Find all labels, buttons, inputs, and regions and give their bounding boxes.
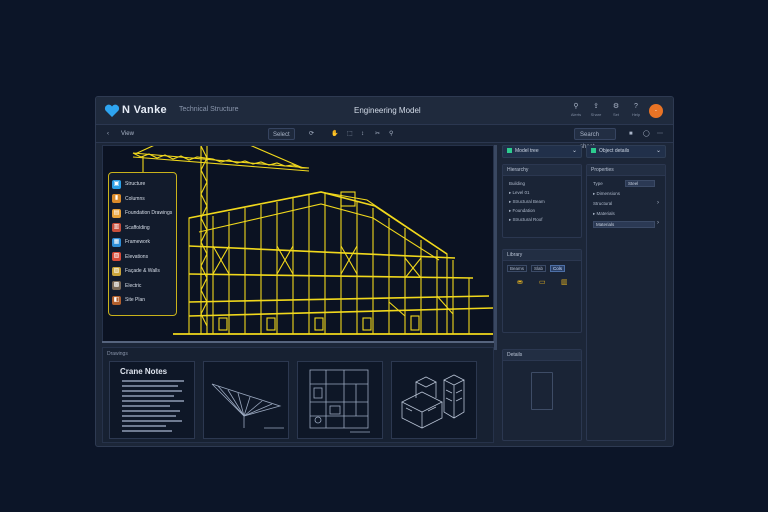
drawing-card-isometric[interactable] <box>391 361 477 439</box>
layer-label: Façade & Walls <box>125 268 160 275</box>
heart-logo-icon <box>104 104 120 117</box>
column-item-icon[interactable]: ▥ <box>561 278 568 286</box>
toolbar: ‹ View Select ⟳ ✋ ⬚ ↕ ✂ ⚲ Search sheet ■… <box>96 125 673 150</box>
brand-name: N Vanke <box>122 104 167 116</box>
model-viewport[interactable]: ▣ Structure ▮ Columns ▤ Foundation Drawings… <box>102 145 494 343</box>
drawings-label: Drawings <box>107 351 128 357</box>
section-tool-icon[interactable]: ✂ <box>372 128 383 140</box>
box-tool-icon[interactable]: ⬚ <box>344 128 356 140</box>
structure-icon: ▣ <box>112 179 121 189</box>
chevron-right-icon[interactable]: › <box>657 200 659 206</box>
layer-label: Foundation Drawings <box>125 210 173 217</box>
pan-tool-icon[interactable]: ✋ <box>328 128 341 140</box>
notifications-icon[interactable]: ⚲ Alerts <box>569 103 583 119</box>
drawing-card-floorplan[interactable] <box>297 361 383 439</box>
prop-label[interactable]: ▸ Dimensions <box>593 191 620 197</box>
site-plan-icon: ◧ <box>112 295 121 305</box>
library-tab[interactable]: Slab <box>531 265 547 272</box>
library-tab[interactable]: Beams <box>507 265 528 272</box>
layer-label: Structure <box>125 181 146 188</box>
layer-label: Elevations <box>125 253 149 260</box>
layer-item[interactable]: ▤ Foundation Drawings <box>112 206 173 221</box>
chevron-right-icon[interactable]: › <box>657 220 659 226</box>
hierarchy-title: Hierarchy <box>503 165 581 176</box>
viewport-vertical-scrollbar[interactable] <box>494 145 497 350</box>
view-menu[interactable]: View <box>118 128 137 140</box>
details-title: Details <box>503 350 581 361</box>
tree-item[interactable]: ▸ Structural Beam <box>503 197 581 206</box>
layer-label: Framework <box>125 239 151 246</box>
app-subtitle: Technical Structure <box>179 106 239 113</box>
help-icon[interactable]: ? Help <box>629 103 643 119</box>
app-window: N Vanke Technical Structure Engineering … <box>95 96 674 447</box>
card-title: Crane Notes <box>120 367 168 376</box>
zoom-tool-icon[interactable]: ⚲ <box>386 128 396 140</box>
object-details-dropdown[interactable]: Object details ⌄ <box>586 145 666 158</box>
type-field[interactable]: Steel <box>625 180 655 187</box>
details-box: Details <box>502 349 582 441</box>
document-preview-icon <box>531 372 553 410</box>
layer-item[interactable]: ▧ Elevations <box>112 250 173 265</box>
prop-label[interactable]: ▸ Materials <box>593 211 615 217</box>
drawing-card-notes[interactable]: Crane Notes <box>109 361 195 439</box>
measure-tool-icon[interactable]: ↕ <box>358 128 367 140</box>
prop-label: Structural <box>593 201 613 206</box>
hierarchy-box: Hierarchy Building ▸ Level 01 ▸ Structur… <box>502 164 582 238</box>
layer-item[interactable]: ▮ Columns <box>112 192 173 207</box>
layer-label: Columns <box>125 195 145 202</box>
library-title: Library <box>503 250 581 261</box>
framework-icon: ▦ <box>112 237 121 247</box>
select-dropdown[interactable]: Select <box>268 128 295 140</box>
layer-item[interactable]: ▩ Electric <box>112 279 173 294</box>
search-input[interactable]: Search sheet <box>574 128 616 150</box>
orbit-icon[interactable]: ⟳ <box>306 128 317 140</box>
more-icon[interactable]: ⋯ <box>654 128 666 140</box>
user-avatar[interactable]: · <box>649 104 663 118</box>
properties-box: Properties Type Steel ▸ Dimensions Struc… <box>586 164 666 441</box>
project-title: Engineering Model <box>354 106 421 115</box>
drawings-panel: Drawings Crane Notes <box>102 347 494 443</box>
layer-item[interactable]: ▦ Framework <box>112 235 173 250</box>
layer-item[interactable]: ▨ Façade & Walls <box>112 264 173 279</box>
prop-label: Type <box>593 181 603 186</box>
title-bar: N Vanke Technical Structure Engineering … <box>96 97 673 125</box>
layer-item[interactable]: ▥ Scaffolding <box>112 221 173 236</box>
columns-icon: ▮ <box>112 194 121 204</box>
layer-label: Electric <box>125 282 142 289</box>
elevations-icon: ▧ <box>112 252 121 262</box>
beam-item-icon[interactable]: ⛂ <box>517 278 523 286</box>
library-box: Library Beams Slab Cols ⛂ ▭ ▥ <box>502 249 582 333</box>
electric-icon: ▩ <box>112 281 121 291</box>
tree-item[interactable]: ▸ Foundation <box>503 206 581 215</box>
layers-panel: ▣ Structure ▮ Columns ▤ Foundation Drawings… <box>108 172 177 316</box>
tree-item[interactable]: ▸ Level 01 <box>503 188 581 197</box>
layer-item[interactable]: ◧ Site Plan <box>112 293 173 308</box>
viewport-horizontal-scrollbar[interactable] <box>102 341 494 343</box>
share-icon[interactable]: ⇪ Share <box>589 103 603 119</box>
layer-label: Site Plan <box>125 297 146 304</box>
properties-title: Properties <box>587 165 665 176</box>
layer-item[interactable]: ▣ Structure <box>112 177 173 192</box>
scaffolding-icon: ▥ <box>112 223 121 233</box>
tree-item[interactable]: ▸ Structural Roof <box>503 215 581 224</box>
facade-icon: ▨ <box>112 266 121 276</box>
slab-item-icon[interactable]: ▭ <box>539 278 546 286</box>
materials-field[interactable]: Materials <box>593 221 655 228</box>
tree-item[interactable]: Building <box>503 179 581 188</box>
model-tree-dropdown[interactable]: Model tree ⌄ <box>502 145 582 158</box>
back-button[interactable]: ‹ <box>104 128 112 140</box>
drawing-card-crane[interactable] <box>203 361 289 439</box>
top-icon-bar: ⚲ Alerts ⇪ Share ⚙ Set ? Help · <box>569 103 663 119</box>
settings-icon[interactable]: ⚙ Set <box>609 103 623 119</box>
layer-label: Scaffolding <box>125 224 150 231</box>
refresh-icon[interactable]: ◯ <box>640 128 653 140</box>
foundation-icon: ▤ <box>112 208 121 218</box>
library-tab[interactable]: Cols <box>550 265 566 272</box>
camera-icon[interactable]: ■ <box>626 128 636 140</box>
